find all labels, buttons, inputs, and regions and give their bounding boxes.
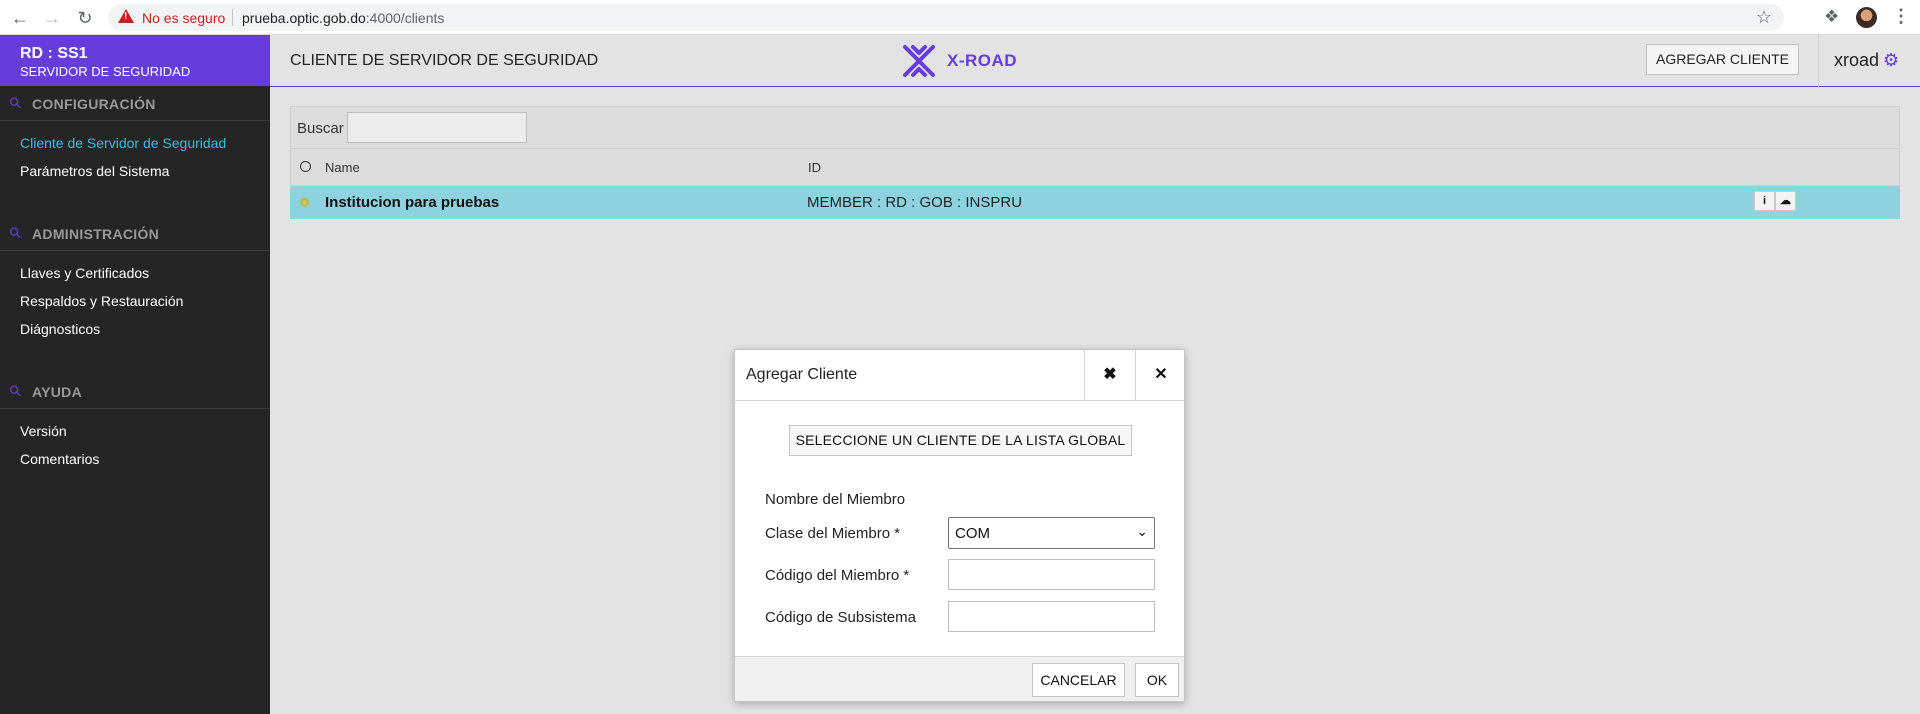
instance-name: RD : SS1 — [20, 45, 88, 62]
logo-text: X-ROAD — [947, 51, 1018, 70]
chevron-down-icon: ⌄ — [1136, 523, 1148, 539]
info-icon[interactable]: i — [1754, 191, 1775, 211]
search-input[interactable] — [347, 112, 527, 143]
page-title: CLIENTE DE SERVIDOR DE SEGURIDAD — [290, 52, 599, 69]
cancel-button[interactable]: CANCELAR — [1032, 663, 1125, 697]
wrench-icon: ⚲ — [5, 223, 26, 244]
subsystem-code-label: Código de Subsistema — [765, 609, 916, 626]
xroad-logo-icon — [903, 45, 935, 77]
add-client-dialog: Agregar Cliente ✖ ✕ SELECCIONE UN CLIENT… — [734, 349, 1185, 702]
extensions-icon[interactable]: ❖ — [1824, 7, 1839, 27]
table-row[interactable]: Institucion para pruebas MEMBER : RD : G… — [290, 186, 1900, 219]
status-sort-icon[interactable] — [300, 161, 311, 172]
close-icon[interactable]: ✕ — [1135, 350, 1186, 400]
sidebar-section-ayuda: ⚲ AYUDA — [0, 374, 270, 409]
user-menu[interactable]: xroad ⚙ — [1834, 50, 1899, 71]
dialog-title: Agregar Cliente — [746, 366, 858, 383]
divider — [735, 400, 1184, 401]
sidebar-item-diagnostics[interactable]: Diágnosticos — [20, 321, 100, 337]
select-global-client-button[interactable]: SELECCIONE UN CLIENTE DE LA LISTA GLOBAL — [789, 425, 1132, 456]
member-class-select[interactable]: COM ⌄ — [948, 517, 1155, 549]
wrench-icon: ⚲ — [5, 93, 26, 114]
member-code-field[interactable] — [948, 559, 1155, 590]
column-header-name[interactable]: Name — [325, 160, 360, 175]
member-name-label: Nombre del Miembro — [765, 491, 906, 508]
client-name: Institucion para pruebas — [325, 194, 500, 211]
sidebar-item-backup-restore[interactable]: Respaldos y Restauración — [20, 293, 183, 309]
sidebar-section-configuracion: ⚲ CONFIGURACIÓN — [0, 86, 270, 121]
section-label: AYUDA — [32, 384, 82, 400]
security-label[interactable]: No es seguro — [142, 10, 225, 26]
url-path: :4000/clients — [365, 10, 445, 26]
page-header: CLIENTE DE SERVIDOR DE SEGURIDAD X-ROAD … — [270, 35, 1920, 87]
sidebar-header: RD : SS1 SERVIDOR DE SEGURIDAD — [0, 35, 270, 86]
section-label: ADMINISTRACIÓN — [32, 226, 160, 242]
server-subtitle: SERVIDOR DE SEGURIDAD — [20, 64, 191, 79]
member-code-label: Código del Miembro * — [765, 567, 910, 584]
address-bar[interactable]: No es seguro prueba.optic.gob.do:4000/cl… — [108, 4, 1784, 31]
maximize-icon[interactable]: ✖ — [1084, 350, 1135, 400]
subsystem-code-field[interactable] — [948, 601, 1155, 632]
gear-icon: ⚙ — [1883, 50, 1900, 70]
status-indicator-icon — [300, 198, 309, 207]
warning-icon — [118, 9, 134, 23]
search-label: Buscar — [297, 120, 344, 137]
sidebar-item-keys-certificates[interactable]: Llaves y Certificados — [20, 265, 149, 281]
dialog-footer: CANCELAR OK — [735, 656, 1184, 701]
back-arrow-icon[interactable]: ← — [10, 8, 30, 28]
sidebar-item-feedback[interactable]: Comentarios — [20, 451, 99, 467]
member-class-value: COM — [955, 525, 990, 542]
search-bar: Buscar — [290, 106, 1900, 149]
divider — [232, 9, 233, 26]
sidebar: RD : SS1 SERVIDOR DE SEGURIDAD ⚲ CONFIGU… — [0, 35, 270, 714]
forward-arrow-icon[interactable]: → — [42, 8, 62, 28]
member-class-label: Clase del Miembro * — [765, 525, 901, 542]
url-host: prueba.optic.gob.do — [242, 10, 366, 26]
sidebar-item-version[interactable]: Versión — [20, 423, 67, 439]
reload-icon[interactable]: ↻ — [75, 8, 95, 28]
avatar[interactable] — [1856, 7, 1877, 28]
section-label: CONFIGURACIÓN — [32, 96, 156, 112]
sidebar-item-system-parameters[interactable]: Parámetros del Sistema — [20, 163, 169, 179]
sidebar-section-administracion: ⚲ ADMINISTRACIÓN — [0, 216, 270, 251]
xroad-logo: X-ROAD — [901, 43, 1017, 79]
url-text[interactable]: prueba.optic.gob.do:4000/clients — [242, 10, 444, 26]
kebab-menu-icon[interactable]: ⋮ — [1892, 6, 1910, 27]
username: xroad — [1834, 50, 1880, 70]
add-client-button[interactable]: AGREGAR CLIENTE — [1646, 44, 1799, 75]
star-icon[interactable]: ☆ — [1756, 7, 1772, 28]
client-id: MEMBER : RD : GOB : INSPRU — [807, 194, 1023, 211]
column-header-id[interactable]: ID — [808, 160, 821, 175]
wrench-icon: ⚲ — [5, 381, 26, 402]
sidebar-item-security-server-clients[interactable]: Cliente de Servidor de Seguridad — [20, 135, 226, 151]
table-header: Name ID — [290, 149, 1900, 186]
ok-button[interactable]: OK — [1135, 663, 1179, 697]
cloud-icon[interactable]: ☁ — [1775, 191, 1796, 211]
divider — [1818, 35, 1819, 87]
browser-toolbar: ← → ↻ No es seguro prueba.optic.gob.do:4… — [0, 0, 1920, 35]
